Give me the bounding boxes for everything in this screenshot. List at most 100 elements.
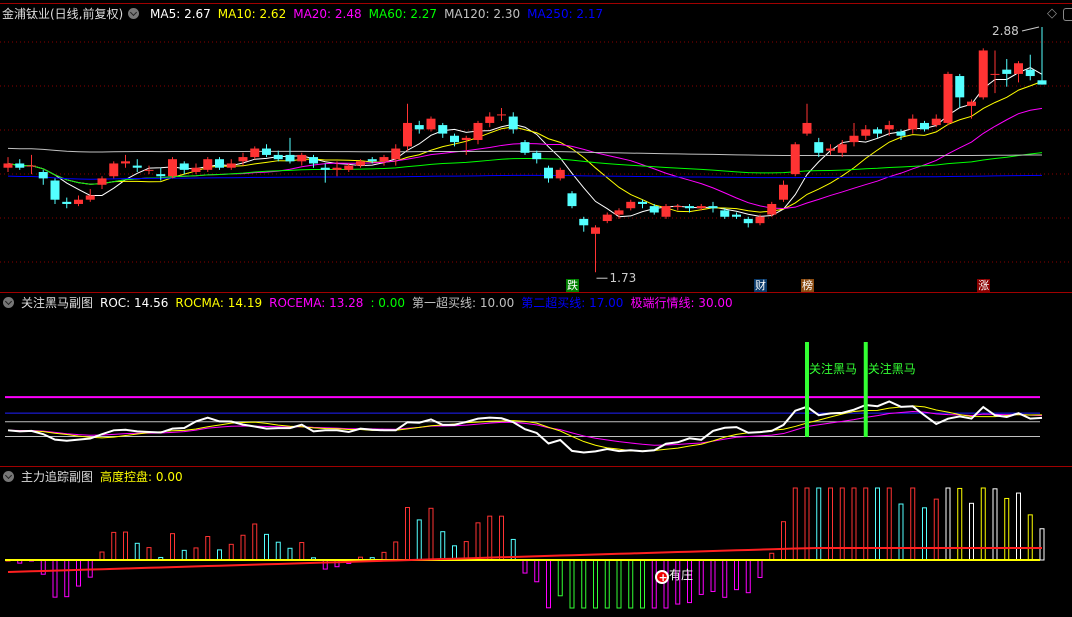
panel-divider-1	[0, 292, 1072, 293]
trend-bar	[616, 559, 622, 609]
candle-body	[285, 154, 295, 162]
indicator-value: 第一超买线: 10.00	[412, 296, 515, 310]
trend-bar	[299, 542, 305, 561]
candle-body	[156, 174, 166, 177]
collapse-toggle-icon[interactable]	[3, 471, 14, 482]
candle-body	[1025, 69, 1035, 77]
event-marker[interactable]: 跌	[566, 279, 579, 292]
trend-bar	[816, 487, 822, 561]
trend-bar	[922, 507, 927, 561]
trend-bar	[170, 533, 175, 561]
event-marker[interactable]: 涨	[977, 279, 991, 292]
candle-body	[567, 193, 577, 207]
trend-bar	[886, 487, 892, 561]
candle-body	[990, 73, 1000, 75]
candle-body	[743, 218, 753, 224]
trend-bar	[487, 515, 493, 561]
candle-body	[1002, 69, 1012, 74]
collapse-toggle-icon[interactable]	[3, 297, 14, 308]
candle-body	[38, 171, 48, 179]
diamond-icon[interactable]: ◇	[1047, 6, 1057, 21]
candle-body	[955, 76, 965, 98]
candle-body	[97, 178, 107, 185]
trend-bar	[252, 523, 258, 561]
candle-body	[732, 214, 741, 217]
candle-body	[132, 165, 142, 168]
trend-bar	[898, 503, 904, 561]
candle-body	[74, 199, 83, 204]
candle-body	[896, 131, 906, 136]
candle-body	[779, 184, 788, 200]
candle-body	[873, 129, 882, 134]
trend-bar	[722, 559, 728, 598]
trend-bar	[910, 487, 916, 561]
indicator-value: ROCMA: 14.19	[175, 296, 263, 310]
candle-body	[461, 137, 471, 141]
candle-body	[1014, 63, 1023, 74]
candle-body	[814, 142, 824, 153]
trend-bar	[228, 543, 234, 561]
trend-bar	[440, 531, 446, 561]
candle-body	[391, 148, 401, 160]
panel-icon[interactable]	[1063, 8, 1072, 21]
indicator-value: MA5: 2.67	[150, 7, 211, 21]
trend-bar	[980, 487, 986, 561]
indicator-value: ROCEMA: 13.28	[269, 296, 364, 310]
trend-bar	[734, 559, 739, 591]
trend-bar	[593, 559, 598, 609]
trend-bar	[863, 487, 869, 561]
sub1-header: 关注黑马副图 ROC: 14.56 ROCMA: 14.19 ROCEMA: 13.2…	[0, 294, 747, 312]
candle-body	[332, 167, 342, 170]
trend-bar	[663, 559, 669, 609]
candle-body	[978, 50, 988, 98]
trend-bar	[322, 559, 328, 570]
candle-body	[179, 163, 189, 170]
indicator-value: MA20: 2.48	[293, 7, 362, 21]
trend-bar	[393, 541, 399, 561]
candle-body	[320, 167, 330, 170]
candle-body	[579, 218, 589, 226]
candle-body	[50, 180, 60, 200]
candle-body	[273, 154, 283, 160]
candle-body	[121, 161, 130, 164]
sub1-title: 关注黑马副图	[21, 296, 94, 310]
candle-body	[250, 148, 260, 158]
indicator-value: MA60: 2.27	[368, 7, 438, 21]
candle-body	[191, 167, 201, 172]
candle-body	[367, 159, 377, 162]
trend-bar	[945, 487, 951, 561]
trend-bar	[287, 547, 293, 561]
candle-body	[532, 152, 542, 160]
trend-bar	[839, 487, 845, 561]
low-price-label: 1.73	[610, 271, 637, 285]
trend-bar	[111, 531, 117, 561]
trend-bar	[193, 547, 199, 561]
indicator-value: 高度控盘: 0.00	[100, 470, 183, 484]
candle-body	[908, 118, 918, 130]
candle-body	[861, 129, 871, 136]
trend-bar	[651, 559, 657, 609]
trend-bar	[710, 559, 716, 592]
indicator-value: 第二超买线: 17.00	[521, 296, 624, 310]
candle-body	[508, 116, 518, 130]
trend-bar	[828, 487, 833, 561]
high-arrow	[1021, 26, 1040, 32]
event-marker[interactable]: 财	[754, 279, 767, 292]
trend-bar	[381, 551, 387, 561]
badge-label: 有庄	[669, 567, 693, 582]
collapse-toggle-icon[interactable]	[128, 8, 140, 19]
trend-bar	[640, 559, 645, 609]
trend-bar	[769, 552, 775, 561]
trend-bar	[123, 531, 128, 561]
candle-body	[602, 214, 612, 222]
sub2-title: 主力追踪副图	[21, 470, 94, 484]
candle-body	[626, 201, 636, 209]
candle-body	[3, 163, 13, 168]
candle-body	[215, 159, 224, 168]
trend-bar	[1004, 497, 1010, 561]
trend-bar	[1039, 528, 1045, 561]
candle-body	[544, 167, 553, 179]
candle-body	[849, 135, 859, 143]
candle-body	[438, 125, 448, 134]
event-marker[interactable]: 榜	[801, 279, 814, 292]
